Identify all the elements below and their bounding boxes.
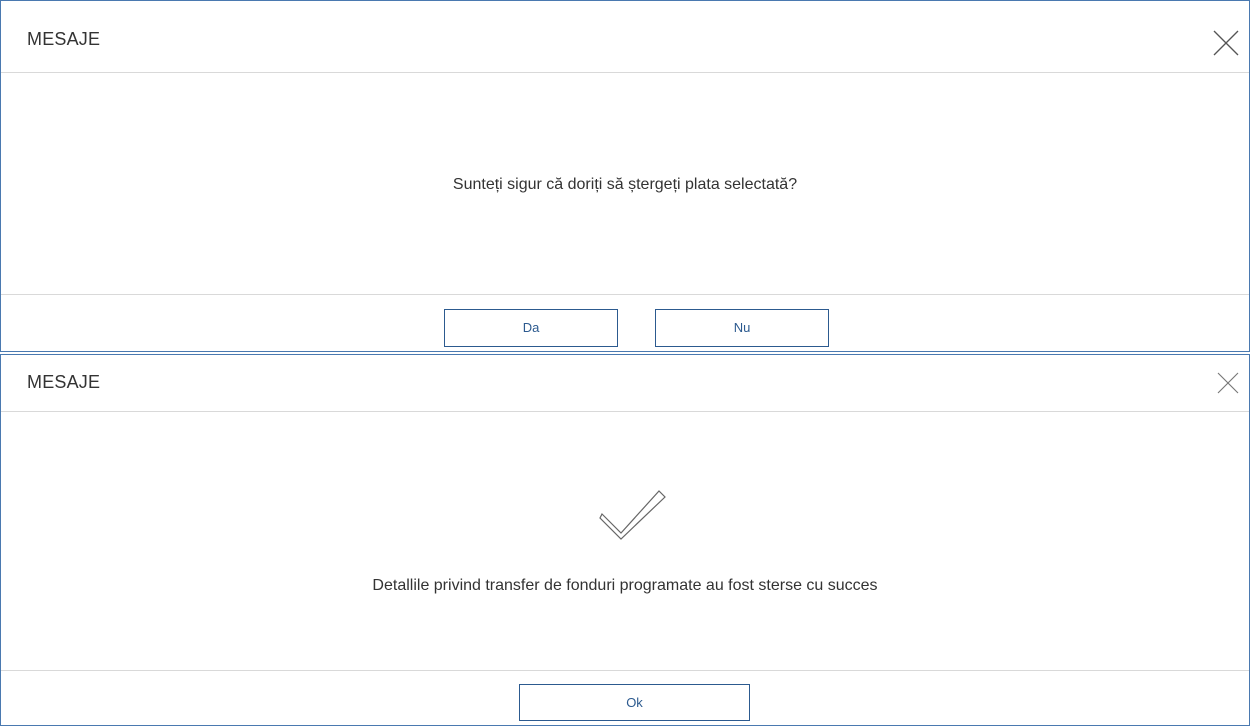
dialog-title: MESAJE	[27, 372, 101, 392]
dialog-footer: Da Nu	[1, 294, 1249, 351]
confirm-message: Sunteți sigur că doriți să ștergeți plat…	[452, 176, 798, 193]
dialog-footer: Ok	[1, 670, 1249, 725]
close-icon[interactable]	[1215, 370, 1241, 396]
success-message: Detallile privind transfer de fonduri pr…	[372, 577, 878, 594]
checkmark-icon	[599, 485, 671, 543]
confirm-delete-dialog: MESAJE Sunteți sigur că doriți să șterge…	[0, 0, 1250, 352]
no-button[interactable]: Nu	[655, 309, 829, 347]
dialog-header: MESAJE	[1, 1, 1249, 73]
dialog-header: MESAJE	[1, 355, 1249, 412]
close-icon[interactable]	[1211, 28, 1241, 58]
ok-button[interactable]: Ok	[519, 684, 750, 721]
yes-button[interactable]: Da	[444, 309, 618, 347]
dialog-title: MESAJE	[27, 29, 101, 49]
success-dialog: MESAJE Detallile privind transfer de fon…	[0, 354, 1250, 726]
